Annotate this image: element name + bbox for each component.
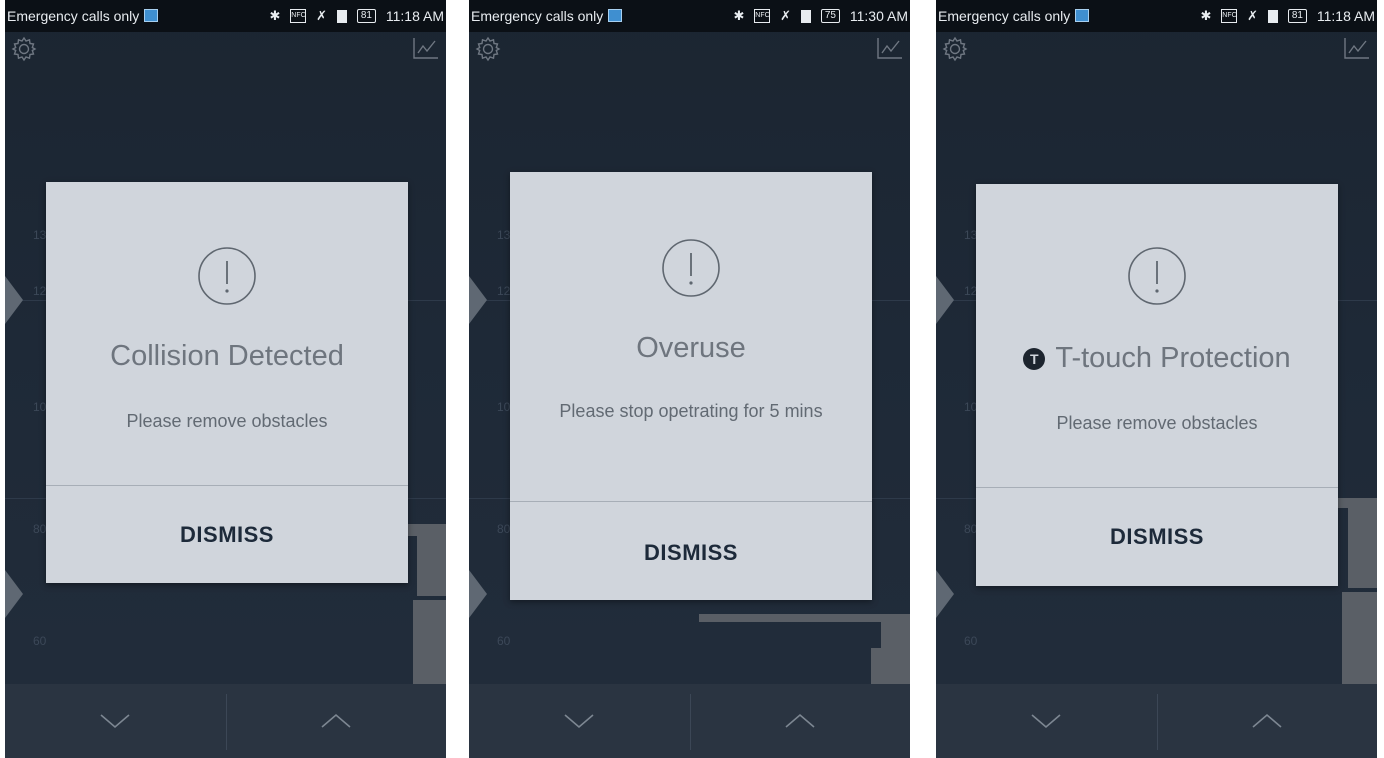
alert-dialog: T T-touch Protection Please remove obstac… [976,184,1338,586]
battery-icon: 75 [820,9,840,24]
sd-card-icon [800,9,811,23]
current-height-marker[interactable] [469,570,487,618]
control-bar [5,684,446,758]
carrier-text: Emergency calls only [938,8,1071,24]
chevron-up-icon [321,713,351,728]
dialog-title: Collision Detected [110,340,344,372]
chevron-down-icon [1031,714,1061,729]
dialog-title-text: T-touch Protection [1055,342,1291,374]
dialog-title: T T-touch Protection [976,342,1338,375]
scale-tick: 13 [497,228,511,242]
desk-graphic [407,524,446,536]
dialog-message: Please remove obstacles [126,411,328,431]
control-bar [469,684,910,758]
raise-desk-button[interactable] [690,684,911,758]
desk-graphic [699,614,910,622]
chevron-up-icon [1252,713,1282,728]
dismiss-button[interactable]: DISMISS [510,540,872,566]
vibrate-off-icon: ✗ [316,8,328,24]
dismiss-button[interactable]: DISMISS [46,522,408,548]
current-height-marker[interactable] [936,570,954,618]
clock: 11:18 AM [1316,8,1375,25]
scale-tick: 80 [33,522,47,536]
scale-tick: 12 [497,284,511,298]
bluetooth-icon: ✱ [1200,8,1212,24]
sd-card-icon [1267,9,1278,23]
upper-limit-marker[interactable] [5,276,23,324]
sd-card-icon [336,9,347,23]
upper-limit-marker[interactable] [936,276,954,324]
bluetooth-icon: ✱ [733,8,745,24]
lower-desk-button[interactable] [936,684,1157,758]
bluetooth-icon: ✱ [269,8,281,24]
raise-desk-button[interactable] [226,684,447,758]
chevron-up-icon [785,713,815,728]
scale-tick: 12 [33,284,47,298]
scale-tick: 60 [964,634,978,648]
raise-desk-button[interactable] [1157,684,1378,758]
lower-desk-button[interactable] [469,684,690,758]
lower-desk-button[interactable] [5,684,226,758]
exclamation-circle-icon [1128,247,1186,305]
battery-icon: 81 [1287,9,1307,24]
exclamation-circle-icon [662,239,720,297]
t-touch-icon: T [1023,348,1046,370]
phone-screen-ttouch: Emergency calls only ✱ NFC ✗ 81 11:18 AM… [936,0,1377,758]
scale-tick: 60 [33,634,47,648]
gear-icon[interactable] [942,36,968,62]
sim-icon [144,9,159,22]
dialog-title: Overuse [636,332,746,364]
nfc-icon: NFC [290,9,307,24]
chart-icon[interactable] [412,36,440,60]
carrier-text: Emergency calls only [471,8,604,24]
control-bar [936,684,1377,758]
scale-tick: 60 [497,634,511,648]
status-bar: Emergency calls only ✱ NFC ✗ 81 11:18 AM [936,0,1377,32]
sim-icon [1075,9,1090,22]
scale-tick: 13 [33,228,47,242]
dismiss-button[interactable]: DISMISS [976,524,1338,550]
chevron-down-icon [100,714,130,729]
dialog-message: Please remove obstacles [1056,413,1258,433]
nfc-icon: NFC [754,9,771,24]
chart-icon[interactable] [1343,36,1371,60]
scale-tick: 80 [497,522,511,536]
sim-icon [608,9,623,22]
phone-screen-collision: Emergency calls only ✱ NFC ✗ 81 11:18 AM… [5,0,446,758]
desk-graphic [1336,498,1377,508]
vibrate-off-icon: ✗ [1247,8,1259,24]
chevron-down-icon [564,714,594,729]
chart-icon[interactable] [876,36,904,60]
phone-screen-overuse: Emergency calls only ✱ NFC ✗ 75 11:30 AM… [469,0,910,758]
dialog-message: Please stop opetrating for 5 mins [559,401,823,421]
scale-tick: 10 [497,400,511,414]
carrier-text: Emergency calls only [7,8,140,24]
current-height-marker[interactable] [5,570,23,618]
battery-icon: 81 [356,9,376,24]
clock: 11:18 AM [385,8,444,25]
nfc-icon: NFC [1221,9,1238,24]
alert-dialog: Overuse Please stop opetrating for 5 min… [510,172,872,600]
status-bar: Emergency calls only ✱ NFC ✗ 81 11:18 AM [5,0,446,32]
status-bar: Emergency calls only ✱ NFC ✗ 75 11:30 AM [469,0,910,32]
scale-tick: 10 [33,400,47,414]
upper-limit-marker[interactable] [469,276,487,324]
vibrate-off-icon: ✗ [780,8,792,24]
exclamation-circle-icon [198,247,256,305]
clock: 11:30 AM [849,8,908,25]
gear-icon[interactable] [475,36,501,62]
gear-icon[interactable] [11,36,37,62]
alert-dialog: Collision Detected Please remove obstacl… [46,182,408,583]
